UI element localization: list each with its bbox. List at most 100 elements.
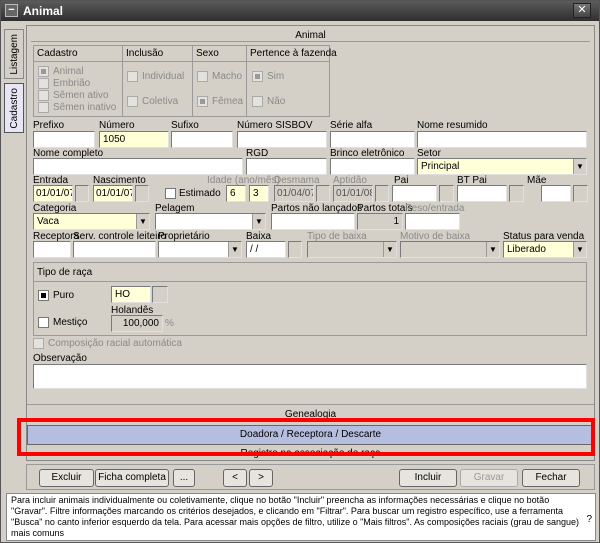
tipo-raca-label: Tipo de raça [37, 267, 93, 278]
section-title: Animal [295, 30, 326, 41]
cadastro-group-label: Cadastro [37, 48, 78, 59]
sufixo-field[interactable] [171, 131, 233, 148]
title-bar: − Animal ✕ [1, 1, 599, 21]
checkbox-individual[interactable] [127, 71, 138, 82]
desmama-picker[interactable] [316, 185, 330, 202]
checkbox-animal[interactable] [38, 66, 49, 77]
partos-totais-field: 1 [357, 213, 403, 230]
nascimento-picker[interactable] [135, 185, 149, 202]
numero-label: Número [99, 120, 135, 131]
setor-value: Principal [421, 161, 460, 172]
observacao-label: Observação [33, 353, 87, 364]
categoria-value: Vaca [37, 216, 60, 227]
checkbox-femea[interactable] [197, 96, 208, 107]
checkbox-macho[interactable] [197, 71, 208, 82]
chevron-down-icon[interactable]: ▼ [573, 159, 586, 174]
checkbox-composicao-racial[interactable] [33, 338, 44, 349]
chevron-down-icon[interactable]: ▼ [228, 242, 241, 257]
fechar-button[interactable]: Fechar [522, 469, 580, 487]
idade-ano-field[interactable]: 6 [226, 185, 246, 202]
chevron-down-icon[interactable]: ▼ [252, 214, 265, 229]
option-nao-label: Não [267, 96, 286, 107]
checkbox-nao[interactable] [252, 96, 263, 107]
close-icon[interactable]: ✕ [573, 3, 591, 18]
sexo-group: Sexo Macho Fêmea [192, 45, 247, 117]
more-options-button[interactable]: ... [173, 469, 195, 487]
puro-raca-field[interactable]: HO [111, 286, 151, 303]
peso-entrada-field[interactable] [405, 213, 460, 230]
setor-select[interactable]: Principal ▼ [417, 158, 587, 175]
option-sim-label: Sim [267, 71, 285, 82]
baixa-field[interactable]: / / [246, 241, 286, 258]
option-macho-label: Macho [212, 71, 243, 82]
nome-completo-field[interactable] [33, 158, 243, 175]
sisbov-label: Número SISBOV [237, 120, 313, 131]
checkbox-semen-inativo[interactable] [38, 102, 49, 113]
nascimento-field[interactable]: 01/01/07 [93, 185, 133, 202]
checkbox-semen-ativo[interactable] [38, 90, 49, 101]
next-button[interactable]: > [249, 469, 273, 487]
chevron-down-icon[interactable]: ▼ [383, 242, 396, 257]
bt-pai-field[interactable] [457, 185, 507, 202]
serv-controle-leiteiro-field[interactable] [73, 241, 156, 258]
mae-lookup[interactable] [573, 185, 588, 202]
baixa-picker[interactable] [288, 241, 302, 258]
tipo-raca-group: Tipo de raça Puro HO Holandês Mestiço 10… [33, 262, 587, 336]
chevron-down-icon[interactable]: ▼ [136, 214, 149, 229]
excluir-button[interactable]: Excluir [39, 469, 94, 487]
checkbox-coletiva[interactable] [127, 96, 138, 107]
aptidao-field[interactable]: 01/01/08 [333, 185, 373, 202]
ficha-completa-button[interactable]: Ficha completa [95, 469, 169, 487]
checkbox-embriao[interactable] [38, 78, 49, 89]
help-icon[interactable]: ? [586, 514, 592, 525]
pai-lookup[interactable] [439, 185, 454, 202]
previous-button[interactable]: < [223, 469, 247, 487]
entrada-picker[interactable] [75, 185, 89, 202]
option-semen-ativo-label: Sêmen ativo [53, 90, 109, 101]
highlight-box [17, 418, 595, 456]
tab-listagem[interactable]: Listagem [4, 29, 24, 79]
option-embriao-label: Embrião [53, 78, 91, 89]
sisbov-field[interactable] [237, 131, 327, 148]
help-text: Para incluir animais individualmente ou … [11, 495, 580, 538]
pai-field[interactable] [392, 185, 437, 202]
checkbox-mestico[interactable] [38, 317, 49, 328]
pelagem-select[interactable]: ▼ [155, 213, 266, 230]
mae-field[interactable] [541, 185, 571, 202]
prefixo-field[interactable] [33, 131, 95, 148]
nome-resumido-field[interactable] [417, 131, 587, 148]
observacao-textarea[interactable] [33, 364, 587, 389]
checkbox-estimado[interactable] [165, 188, 176, 199]
partos-nao-lancados-field[interactable] [271, 213, 355, 230]
tipo-baixa-select[interactable]: ▼ [307, 241, 397, 258]
numero-field[interactable]: 1050 [99, 131, 169, 148]
desmama-field[interactable]: 01/04/07 [274, 185, 314, 202]
serie-alfa-label: Série alfa [330, 120, 373, 131]
help-panel: Para incluir animais individualmente ou … [6, 493, 596, 541]
receptora-field[interactable] [33, 241, 71, 258]
brinco-field[interactable] [330, 158, 415, 175]
option-individual-label: Individual [142, 71, 185, 82]
rgd-field[interactable] [246, 158, 327, 175]
categoria-select[interactable]: Vaca ▼ [33, 213, 150, 230]
serie-alfa-field[interactable] [330, 131, 415, 148]
chevron-down-icon[interactable]: ▼ [486, 242, 499, 257]
window-menu-icon[interactable]: − [5, 4, 18, 17]
chevron-down-icon[interactable]: ▼ [573, 242, 586, 257]
fazenda-group-label: Pertence à fazenda [250, 48, 337, 59]
checkbox-sim[interactable] [252, 71, 263, 82]
aptidao-picker[interactable] [375, 185, 389, 202]
proprietario-select[interactable]: ▼ [158, 241, 242, 258]
status-venda-select[interactable]: Liberado ▼ [503, 241, 587, 258]
puro-raca-lookup[interactable] [152, 286, 168, 303]
gravar-button[interactable]: Gravar [460, 469, 518, 487]
incluir-button[interactable]: Incluir [399, 469, 457, 487]
tab-cadastro[interactable]: Cadastro [4, 83, 24, 133]
idade-mes-field[interactable]: 3 [249, 185, 269, 202]
entrada-field[interactable]: 01/01/07 [33, 185, 73, 202]
checkbox-puro[interactable] [38, 290, 49, 301]
estimado-label: Estimado [179, 188, 221, 199]
motivo-baixa-select[interactable]: ▼ [400, 241, 500, 258]
bt-pai-lookup[interactable] [509, 185, 524, 202]
composicao-racial-label: Composição racial automática [48, 338, 182, 349]
